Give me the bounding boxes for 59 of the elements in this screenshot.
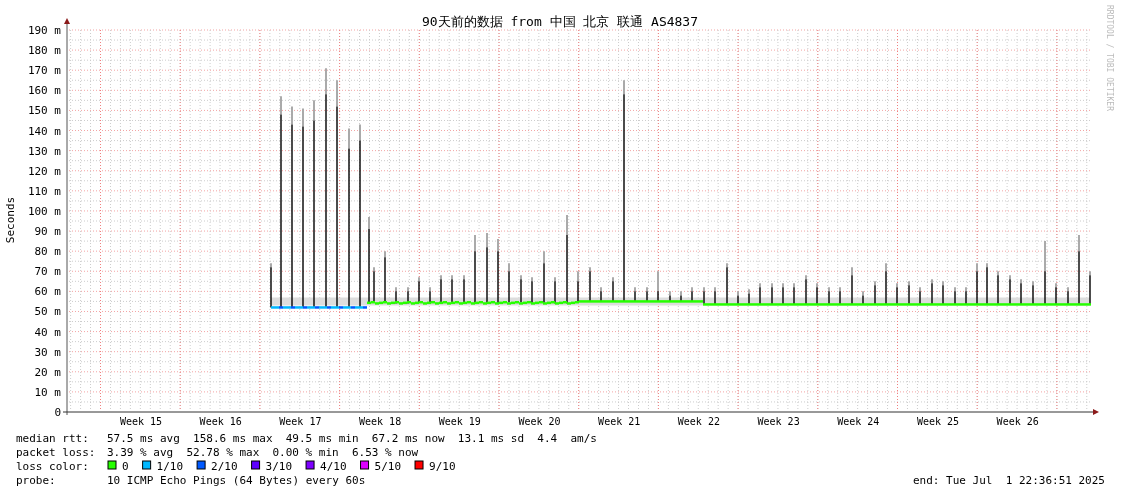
legend-value: 0.00 % min [272,446,339,459]
axis-tick-label: 30 m [34,345,61,359]
axis-tick-label: Week 23 [757,416,800,427]
axis-tick-label: 50 m [34,305,61,319]
axis-tick-label: 110 m [27,184,61,198]
axis-tick-label: 190 m [27,24,61,37]
legend-value: 10 ICMP Echo Pings (64 Bytes) every 60s [107,474,366,487]
legend-value: 67.2 ms now [371,432,445,445]
axis-tick-label: 130 m [27,144,61,158]
axis-tick-label: 70 m [34,265,61,279]
chart-title: 90天前的数据 from 中国 北京 联通 AS4837 [421,14,699,29]
axis-title: Seconds [4,196,17,244]
axis-tick-label: 150 m [27,104,61,118]
axis-tick-label: 170 m [27,64,61,78]
legend-value: 57.5 ms avg [107,432,180,445]
legend-value: 13.1 ms sd [457,432,525,445]
legend-value: 0 [122,460,129,473]
legend-value: 4/10 [320,460,347,473]
axis-tick-label: 60 m [34,285,61,299]
legend-label: packet loss: [16,446,96,459]
legend-value: 9/10 [429,460,456,473]
axis-tick-label: 100 m [27,204,61,218]
legend-label: probe: [16,474,56,487]
axis-tick-label: 10 m [34,385,61,399]
axis-tick-label: Week 19 [438,416,481,427]
legend-label: median rtt: [16,432,89,445]
legend-value: 5/10 [374,460,402,473]
side-credit: RRDTOOL / TOBI OETIKER [1105,5,1114,111]
axis-tick-label: 120 m [27,164,61,178]
legend-value: 6.53 % now [351,446,419,459]
legend-value: 52.78 % max [186,446,260,459]
axis-tick-label: 160 m [27,84,61,98]
legend-value: 2/10 [211,460,238,473]
axis-tick-label: Week 18 [359,416,402,427]
axis-tick-label: Week 25 [916,416,960,427]
axis-tick-label: 20 m [34,365,61,379]
axis-tick-label: Week 24 [837,416,880,427]
axis-tick-label: 0 [54,406,61,419]
end-time: end: Tue Jul 1 22:36:51 2025 [912,474,1105,487]
axis-tick-label: Week 17 [279,416,322,427]
axis-tick-label: Week 26 [996,416,1039,427]
legend-value: 49.5 ms min [285,432,359,445]
legend-value: 4.4 [537,432,558,445]
legend-value: 3.39 % avg [107,446,174,459]
axis-tick-label: Week 21 [598,416,641,427]
axis-tick-label: 80 m [34,245,61,259]
axis-tick-label: Week 15 [119,416,163,427]
axis-tick-label: Week 20 [518,416,561,427]
axis-tick-label: 90 m [34,225,61,239]
legend-value: am/s [570,432,597,445]
legend-label: loss color: [16,460,89,473]
axis-tick-label: 140 m [27,124,61,138]
legend-value: 1/10 [156,460,184,473]
axis-tick-label: Week 22 [677,416,720,427]
axis-tick-label: Week 16 [199,416,242,427]
legend-value: 158.6 ms max [193,432,273,445]
legend-value: 3/10 [265,460,293,473]
axis-tick-label: 40 m [34,325,61,339]
axis-tick-label: 180 m [27,44,61,58]
